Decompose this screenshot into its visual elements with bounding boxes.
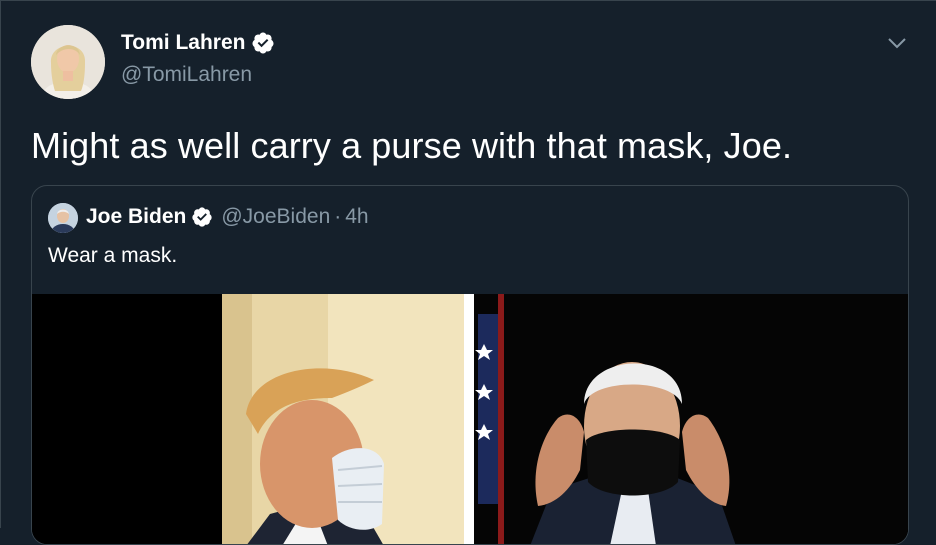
tweet-text: Might as well carry a purse with that ma… — [31, 125, 793, 166]
quoted-handle[interactable]: @JoeBiden — [221, 205, 330, 229]
quoted-timestamp[interactable]: 4h — [345, 205, 368, 229]
quoted-author-avatar[interactable] — [48, 203, 78, 233]
author-handle[interactable]: @TomiLahren — [121, 63, 252, 87]
quoted-separator: · — [334, 205, 342, 228]
author-name-row: Tomi Lahren — [121, 31, 275, 55]
quoted-video[interactable] — [32, 294, 908, 544]
quoted-text: Wear a mask. — [48, 244, 178, 267]
video-frame — [32, 294, 908, 544]
chevron-down-icon[interactable] — [885, 33, 909, 53]
quoted-display-name[interactable]: Joe Biden — [86, 205, 186, 229]
verified-badge-icon — [192, 207, 212, 227]
author-avatar[interactable] — [31, 25, 105, 99]
author-display-name[interactable]: Tomi Lahren — [121, 31, 245, 55]
verified-badge-icon — [252, 32, 274, 54]
quoted-tweet[interactable]: Joe Biden @JoeBiden · 4h Wear a mask. — [31, 185, 909, 545]
tweet: Tomi Lahren @TomiLahren Might as well ca… — [0, 0, 936, 545]
quoted-header: Joe Biden @JoeBiden · 4h — [86, 205, 369, 229]
